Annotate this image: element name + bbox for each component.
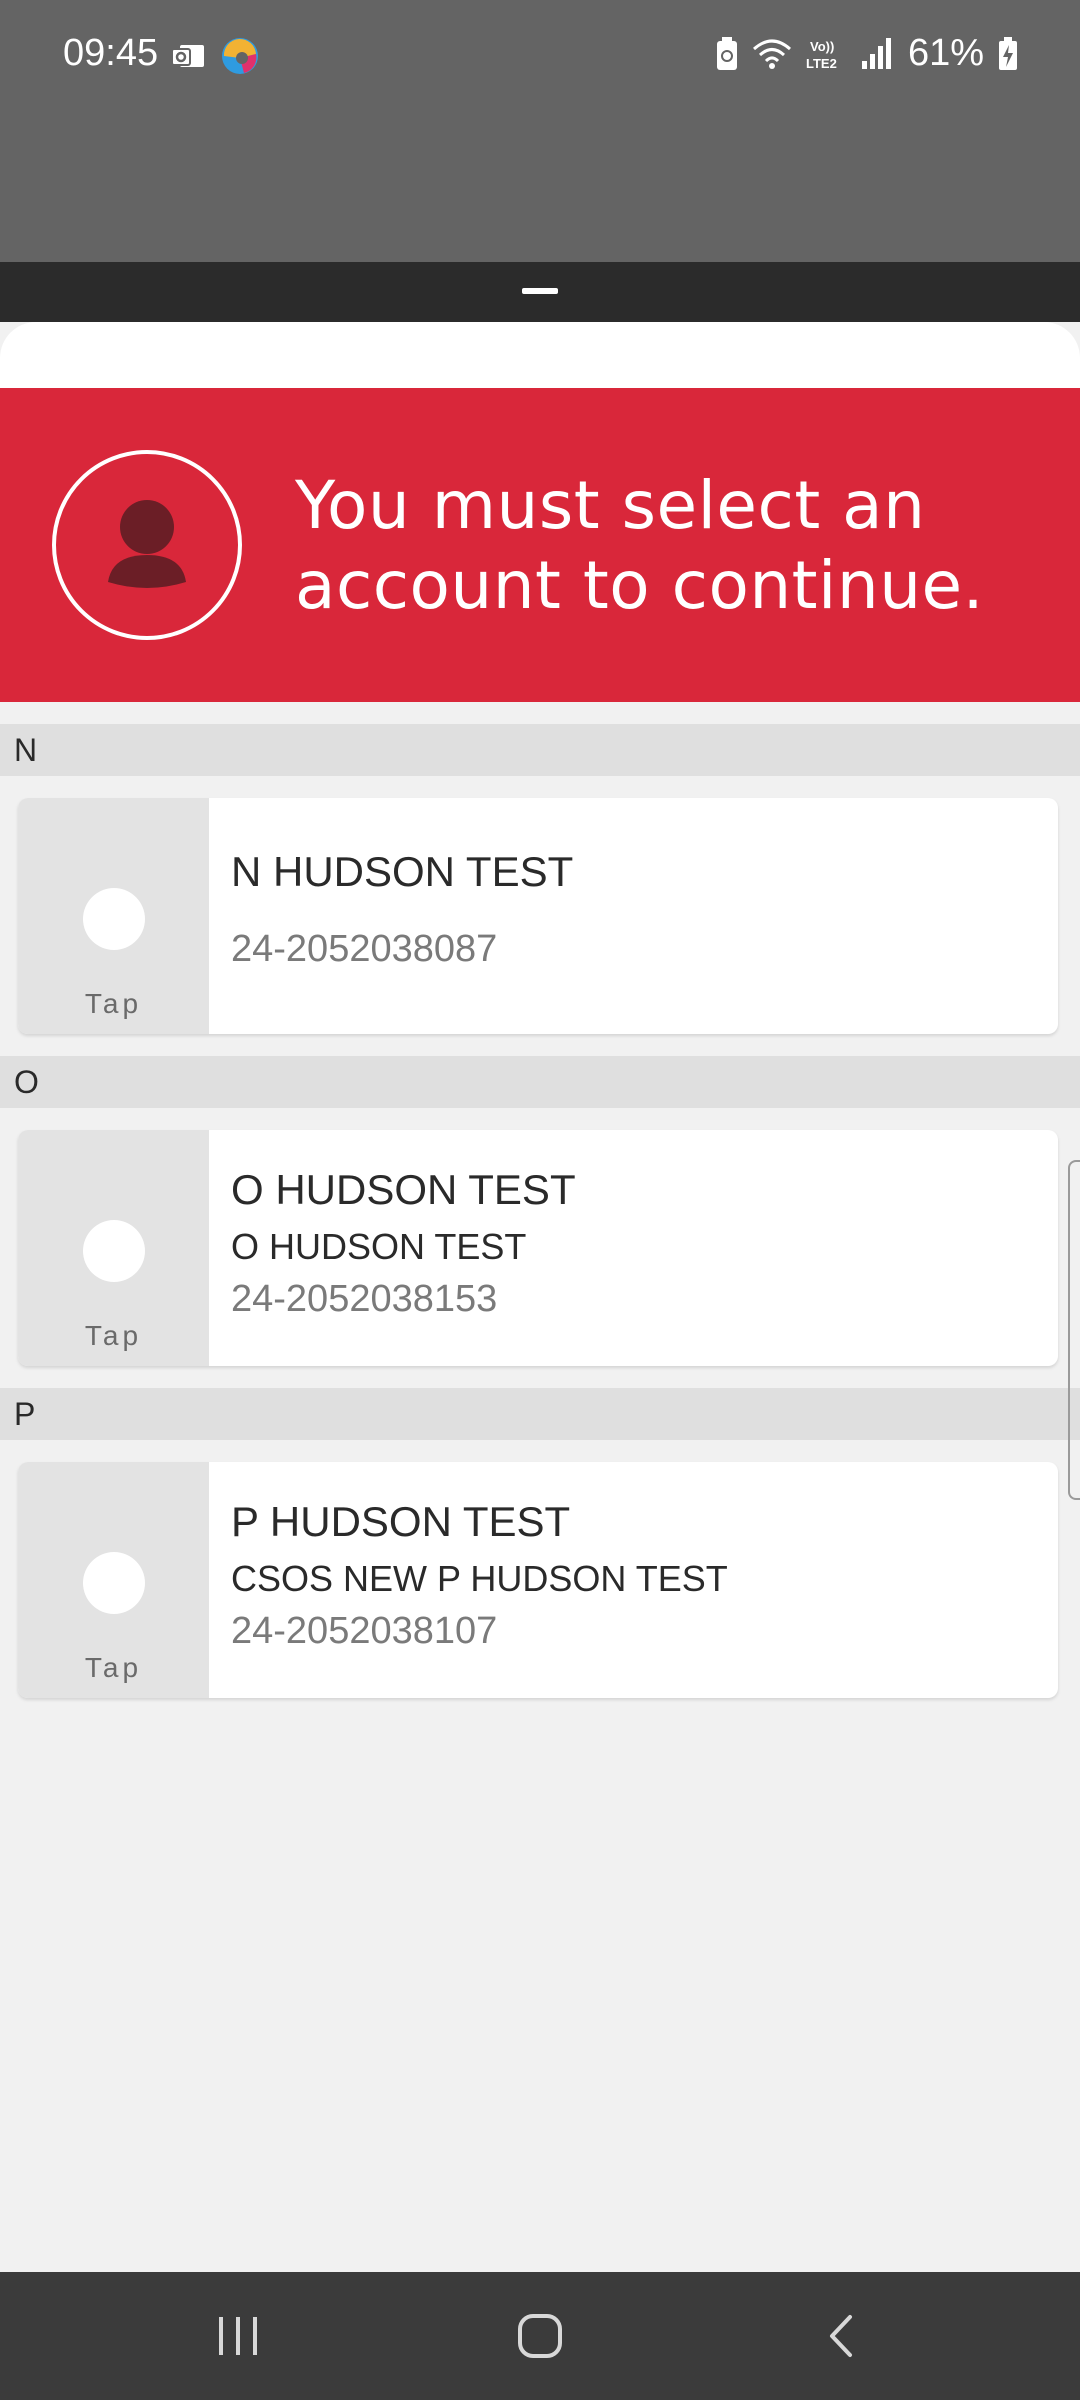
account-details: P HUDSON TEST CSOS NEW P HUDSON TEST 24-… — [209, 1462, 1058, 1698]
sheet-top-strip — [0, 322, 1080, 388]
battery-icon — [999, 36, 1017, 70]
account-subtitle: CSOS NEW P HUDSON TEST — [231, 1558, 728, 1599]
signal-icon — [861, 37, 891, 69]
radio-circle-icon — [83, 1220, 145, 1282]
section-header-o: O — [0, 1056, 1080, 1108]
system-nav-bar — [0, 2272, 1080, 2400]
section-header-n: N — [0, 724, 1080, 776]
tap-select-area[interactable]: Tap — [18, 1462, 209, 1698]
drag-handle[interactable] — [522, 288, 558, 294]
banner-message: You must select an account to continue. — [295, 467, 985, 624]
notification-icons — [170, 36, 260, 76]
account-list: N Tap N HUDSON TEST 24-2052038087 O Tap … — [0, 724, 1080, 1698]
recents-icon[interactable] — [193, 2298, 283, 2374]
battery-saver-icon — [716, 36, 737, 70]
back-icon[interactable] — [797, 2298, 887, 2374]
account-details: O HUDSON TEST O HUDSON TEST 24-205203815… — [209, 1130, 1058, 1366]
account-number: 24-2052038153 — [231, 1278, 498, 1320]
svg-text:Vo)): Vo)) — [810, 39, 834, 54]
system-status-icons: Vo)) LTE2 61% — [716, 32, 1018, 75]
tap-label: Tap — [84, 1652, 143, 1683]
edge-icon — [222, 38, 258, 74]
tap-label: Tap — [84, 1320, 143, 1351]
section-header-p: P — [0, 1388, 1080, 1440]
account-card[interactable]: Tap P HUDSON TEST CSOS NEW P HUDSON TEST… — [18, 1462, 1058, 1698]
radio-circle-icon — [83, 1552, 145, 1614]
account-picker-sheet: You must select an account to continue. … — [0, 322, 1080, 2272]
status-bar: 09:45 Vo)) LTE2 61% — [0, 0, 1080, 262]
wifi-icon — [752, 39, 791, 69]
outlook-icon — [171, 45, 204, 67]
account-title: O HUDSON TEST — [231, 1166, 576, 1213]
tap-select-area[interactable]: Tap — [18, 798, 209, 1034]
battery-percentage: 61% — [907, 32, 984, 74]
account-title: P HUDSON TEST — [231, 1498, 571, 1545]
account-title: N HUDSON TEST — [231, 848, 574, 895]
account-number: 24-2052038087 — [231, 928, 498, 970]
tap-label: Tap — [84, 988, 143, 1019]
account-details: N HUDSON TEST 24-2052038087 — [209, 798, 1058, 1034]
account-card[interactable]: Tap N HUDSON TEST 24-2052038087 — [18, 798, 1058, 1034]
tap-select-area[interactable]: Tap — [18, 1130, 209, 1366]
status-time: 09:45 — [63, 32, 159, 74]
home-icon[interactable] — [495, 2298, 585, 2374]
radio-circle-icon — [83, 888, 145, 950]
person-icon — [52, 450, 242, 640]
account-required-banner: You must select an account to continue. — [0, 388, 1080, 702]
svg-text:LTE2: LTE2 — [806, 56, 837, 71]
account-card[interactable]: Tap O HUDSON TEST O HUDSON TEST 24-20520… — [18, 1130, 1058, 1366]
account-subtitle: O HUDSON TEST — [231, 1226, 527, 1267]
scrollbar[interactable] — [1068, 1160, 1080, 1500]
account-number: 24-2052038107 — [231, 1610, 498, 1652]
volte-icon: Vo)) LTE2 — [806, 39, 837, 71]
